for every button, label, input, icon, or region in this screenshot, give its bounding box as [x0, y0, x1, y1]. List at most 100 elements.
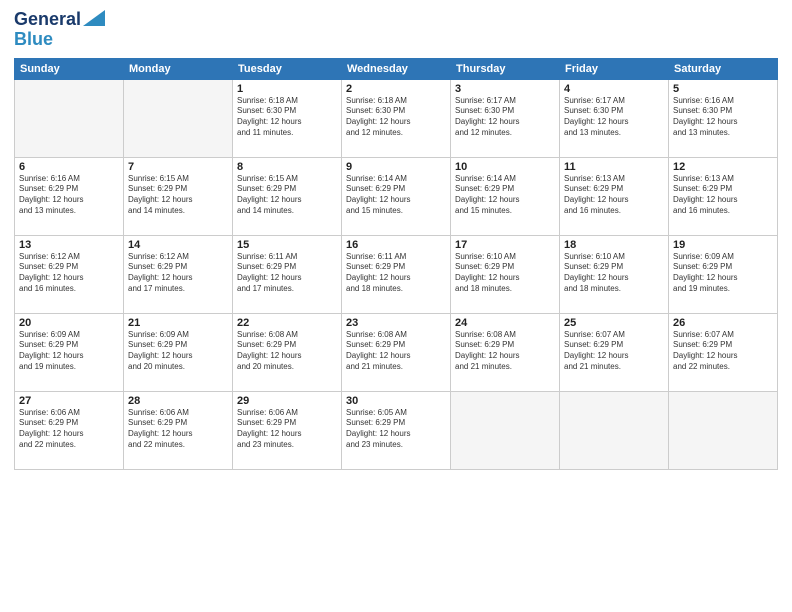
- calendar-cell: 17Sunrise: 6:10 AM Sunset: 6:29 PM Dayli…: [451, 235, 560, 313]
- calendar-cell: 24Sunrise: 6:08 AM Sunset: 6:29 PM Dayli…: [451, 313, 560, 391]
- weekday-header: Tuesday: [233, 58, 342, 79]
- day-number: 11: [564, 161, 664, 173]
- day-detail: Sunrise: 6:11 AM Sunset: 6:29 PM Dayligh…: [237, 252, 337, 295]
- day-detail: Sunrise: 6:12 AM Sunset: 6:29 PM Dayligh…: [19, 252, 119, 295]
- day-number: 18: [564, 239, 664, 251]
- day-detail: Sunrise: 6:06 AM Sunset: 6:29 PM Dayligh…: [237, 408, 337, 451]
- day-number: 13: [19, 239, 119, 251]
- day-detail: Sunrise: 6:05 AM Sunset: 6:29 PM Dayligh…: [346, 408, 446, 451]
- day-detail: Sunrise: 6:08 AM Sunset: 6:29 PM Dayligh…: [237, 330, 337, 373]
- calendar-week-row: 13Sunrise: 6:12 AM Sunset: 6:29 PM Dayli…: [15, 235, 778, 313]
- day-detail: Sunrise: 6:15 AM Sunset: 6:29 PM Dayligh…: [128, 174, 228, 217]
- day-number: 24: [455, 317, 555, 329]
- day-number: 26: [673, 317, 773, 329]
- calendar-cell: 11Sunrise: 6:13 AM Sunset: 6:29 PM Dayli…: [560, 157, 669, 235]
- day-number: 23: [346, 317, 446, 329]
- calendar-cell: 8Sunrise: 6:15 AM Sunset: 6:29 PM Daylig…: [233, 157, 342, 235]
- day-number: 3: [455, 83, 555, 95]
- calendar-cell: 9Sunrise: 6:14 AM Sunset: 6:29 PM Daylig…: [342, 157, 451, 235]
- weekday-header: Monday: [124, 58, 233, 79]
- calendar-cell: 25Sunrise: 6:07 AM Sunset: 6:29 PM Dayli…: [560, 313, 669, 391]
- calendar-cell: [15, 79, 124, 157]
- calendar-header-row: SundayMondayTuesdayWednesdayThursdayFrid…: [15, 58, 778, 79]
- day-detail: Sunrise: 6:08 AM Sunset: 6:29 PM Dayligh…: [455, 330, 555, 373]
- logo-general: General: [14, 10, 81, 30]
- weekday-header: Sunday: [15, 58, 124, 79]
- calendar-cell: 22Sunrise: 6:08 AM Sunset: 6:29 PM Dayli…: [233, 313, 342, 391]
- day-detail: Sunrise: 6:07 AM Sunset: 6:29 PM Dayligh…: [673, 330, 773, 373]
- calendar-cell: 20Sunrise: 6:09 AM Sunset: 6:29 PM Dayli…: [15, 313, 124, 391]
- day-detail: Sunrise: 6:06 AM Sunset: 6:29 PM Dayligh…: [19, 408, 119, 451]
- logo-blue: Blue: [14, 30, 53, 50]
- page: General Blue SundayMondayTuesdayWednesda…: [0, 0, 792, 612]
- calendar-cell: 13Sunrise: 6:12 AM Sunset: 6:29 PM Dayli…: [15, 235, 124, 313]
- day-number: 8: [237, 161, 337, 173]
- weekday-header: Saturday: [669, 58, 778, 79]
- calendar-cell: 30Sunrise: 6:05 AM Sunset: 6:29 PM Dayli…: [342, 391, 451, 469]
- calendar-cell: [451, 391, 560, 469]
- day-detail: Sunrise: 6:15 AM Sunset: 6:29 PM Dayligh…: [237, 174, 337, 217]
- day-detail: Sunrise: 6:07 AM Sunset: 6:29 PM Dayligh…: [564, 330, 664, 373]
- weekday-header: Friday: [560, 58, 669, 79]
- day-detail: Sunrise: 6:16 AM Sunset: 6:30 PM Dayligh…: [673, 96, 773, 139]
- day-detail: Sunrise: 6:10 AM Sunset: 6:29 PM Dayligh…: [564, 252, 664, 295]
- day-detail: Sunrise: 6:13 AM Sunset: 6:29 PM Dayligh…: [564, 174, 664, 217]
- calendar-cell: 5Sunrise: 6:16 AM Sunset: 6:30 PM Daylig…: [669, 79, 778, 157]
- day-number: 19: [673, 239, 773, 251]
- calendar-cell: 19Sunrise: 6:09 AM Sunset: 6:29 PM Dayli…: [669, 235, 778, 313]
- day-number: 17: [455, 239, 555, 251]
- day-number: 20: [19, 317, 119, 329]
- day-number: 9: [346, 161, 446, 173]
- day-number: 14: [128, 239, 228, 251]
- day-number: 22: [237, 317, 337, 329]
- calendar-week-row: 6Sunrise: 6:16 AM Sunset: 6:29 PM Daylig…: [15, 157, 778, 235]
- day-number: 30: [346, 395, 446, 407]
- calendar-cell: 29Sunrise: 6:06 AM Sunset: 6:29 PM Dayli…: [233, 391, 342, 469]
- day-number: 27: [19, 395, 119, 407]
- day-number: 7: [128, 161, 228, 173]
- day-number: 28: [128, 395, 228, 407]
- calendar-cell: 15Sunrise: 6:11 AM Sunset: 6:29 PM Dayli…: [233, 235, 342, 313]
- weekday-header: Wednesday: [342, 58, 451, 79]
- day-number: 16: [346, 239, 446, 251]
- calendar-cell: 4Sunrise: 6:17 AM Sunset: 6:30 PM Daylig…: [560, 79, 669, 157]
- day-detail: Sunrise: 6:18 AM Sunset: 6:30 PM Dayligh…: [346, 96, 446, 139]
- day-number: 5: [673, 83, 773, 95]
- calendar-cell: 6Sunrise: 6:16 AM Sunset: 6:29 PM Daylig…: [15, 157, 124, 235]
- calendar-cell: 3Sunrise: 6:17 AM Sunset: 6:30 PM Daylig…: [451, 79, 560, 157]
- calendar-cell: 27Sunrise: 6:06 AM Sunset: 6:29 PM Dayli…: [15, 391, 124, 469]
- day-detail: Sunrise: 6:10 AM Sunset: 6:29 PM Dayligh…: [455, 252, 555, 295]
- calendar-cell: 2Sunrise: 6:18 AM Sunset: 6:30 PM Daylig…: [342, 79, 451, 157]
- day-detail: Sunrise: 6:11 AM Sunset: 6:29 PM Dayligh…: [346, 252, 446, 295]
- calendar-cell: 14Sunrise: 6:12 AM Sunset: 6:29 PM Dayli…: [124, 235, 233, 313]
- day-detail: Sunrise: 6:06 AM Sunset: 6:29 PM Dayligh…: [128, 408, 228, 451]
- day-detail: Sunrise: 6:09 AM Sunset: 6:29 PM Dayligh…: [128, 330, 228, 373]
- calendar: SundayMondayTuesdayWednesdayThursdayFrid…: [14, 58, 778, 470]
- calendar-cell: [560, 391, 669, 469]
- header: General Blue: [14, 10, 778, 50]
- calendar-week-row: 1Sunrise: 6:18 AM Sunset: 6:30 PM Daylig…: [15, 79, 778, 157]
- day-number: 25: [564, 317, 664, 329]
- day-detail: Sunrise: 6:13 AM Sunset: 6:29 PM Dayligh…: [673, 174, 773, 217]
- calendar-cell: 16Sunrise: 6:11 AM Sunset: 6:29 PM Dayli…: [342, 235, 451, 313]
- logo-icon: [83, 10, 105, 26]
- calendar-cell: [669, 391, 778, 469]
- calendar-cell: 7Sunrise: 6:15 AM Sunset: 6:29 PM Daylig…: [124, 157, 233, 235]
- day-detail: Sunrise: 6:12 AM Sunset: 6:29 PM Dayligh…: [128, 252, 228, 295]
- calendar-week-row: 27Sunrise: 6:06 AM Sunset: 6:29 PM Dayli…: [15, 391, 778, 469]
- day-detail: Sunrise: 6:09 AM Sunset: 6:29 PM Dayligh…: [673, 252, 773, 295]
- day-detail: Sunrise: 6:14 AM Sunset: 6:29 PM Dayligh…: [455, 174, 555, 217]
- day-number: 29: [237, 395, 337, 407]
- calendar-cell: [124, 79, 233, 157]
- calendar-cell: 23Sunrise: 6:08 AM Sunset: 6:29 PM Dayli…: [342, 313, 451, 391]
- calendar-cell: 1Sunrise: 6:18 AM Sunset: 6:30 PM Daylig…: [233, 79, 342, 157]
- day-number: 2: [346, 83, 446, 95]
- day-number: 1: [237, 83, 337, 95]
- calendar-cell: 26Sunrise: 6:07 AM Sunset: 6:29 PM Dayli…: [669, 313, 778, 391]
- logo: General Blue: [14, 10, 105, 50]
- calendar-week-row: 20 Sunrise: 6:09 AM Sunset: 6:29 PM Dayli…: [15, 313, 778, 391]
- day-detail: Sunrise: 6:14 AM Sunset: 6:29 PM Dayligh…: [346, 174, 446, 217]
- calendar-cell: 10Sunrise: 6:14 AM Sunset: 6:29 PM Dayli…: [451, 157, 560, 235]
- day-detail: Sunrise: 6:17 AM Sunset: 6:30 PM Dayligh…: [455, 96, 555, 139]
- day-detail: Sunrise: 6:18 AM Sunset: 6:30 PM Dayligh…: [237, 96, 337, 139]
